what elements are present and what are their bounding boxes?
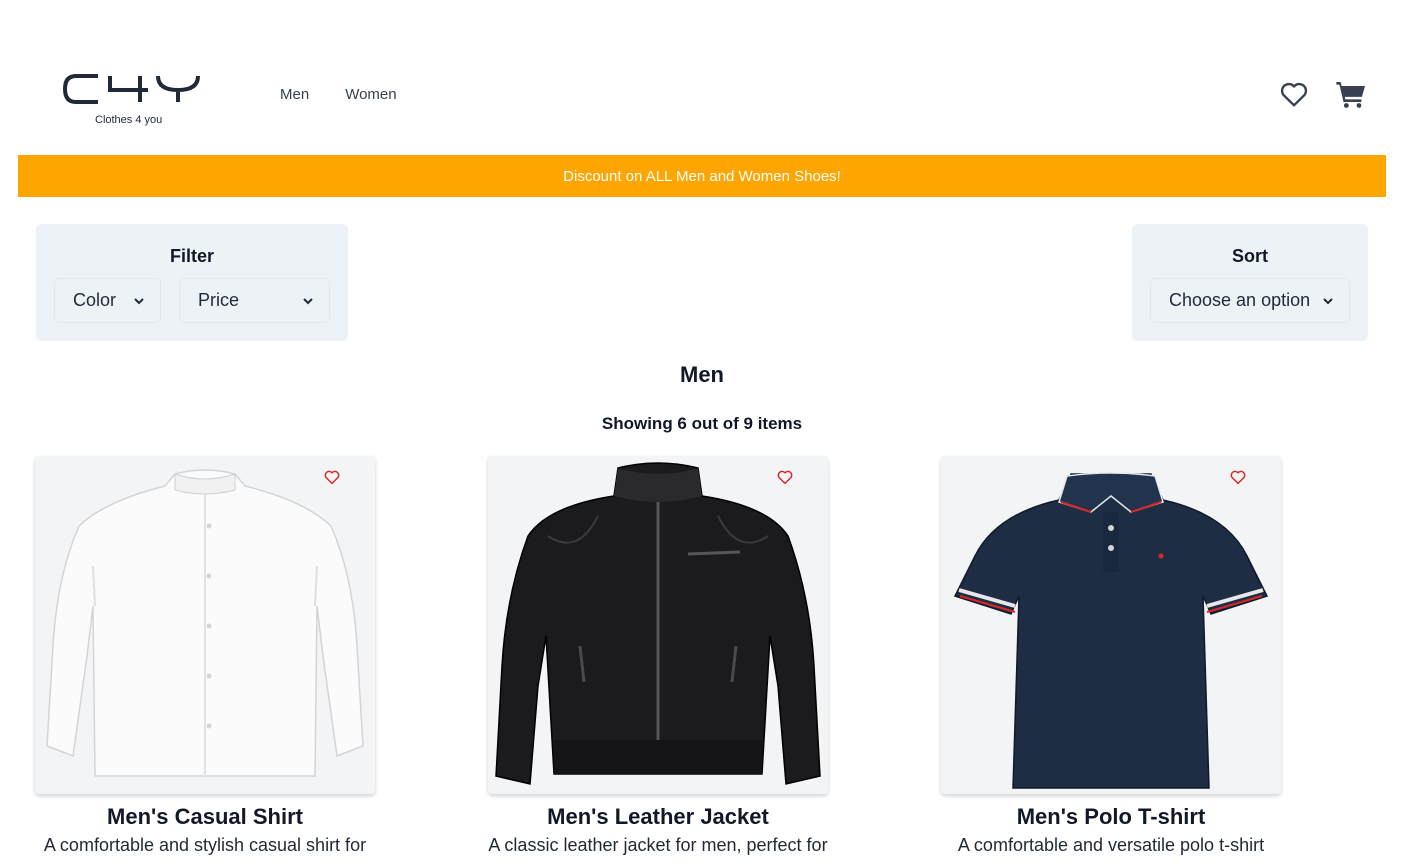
chevron-down-icon: [134, 298, 144, 305]
product-description: A comfortable and stylish casual shirt f…: [43, 835, 367, 855]
product-card[interactable]: Men's Leather Jacket A classic leather j…: [488, 456, 828, 856]
price-select[interactable]: Price: [179, 278, 330, 323]
sort-select[interactable]: Choose an option: [1150, 278, 1350, 323]
color-select-label: Color: [73, 290, 117, 310]
sort-title: Sort: [1232, 246, 1268, 266]
site-header: Clothes 4 you Men Women: [0, 0, 1404, 150]
chevron-down-icon: [303, 298, 313, 305]
heart-icon[interactable]: [1278, 78, 1310, 110]
product-name[interactable]: Men's Casual Shirt: [35, 804, 375, 830]
logo-mark: [62, 74, 200, 104]
black-leather-jacket-image: [495, 462, 821, 785]
cart-icon[interactable]: [1335, 78, 1367, 110]
white-shirt-image: [46, 469, 364, 777]
favorite-heart-icon[interactable]: [323, 468, 341, 486]
nav-item-men[interactable]: Men: [280, 86, 309, 103]
color-select[interactable]: Color: [54, 278, 161, 323]
section-title: Men: [680, 362, 724, 387]
brand-tagline: Clothes 4 you: [95, 114, 163, 126]
favorite-heart-icon[interactable]: [776, 468, 794, 486]
product-name[interactable]: Men's Leather Jacket: [488, 804, 828, 830]
favorite-heart-icon[interactable]: [1229, 468, 1247, 486]
chevron-down-icon: [1323, 298, 1333, 305]
page: Clothes 4 you Men Women Discount on ALL …: [0, 0, 1404, 864]
product-description: A classic leather jacket for men, perfec…: [488, 835, 828, 855]
price-select-label: Price: [198, 290, 240, 310]
product-name[interactable]: Men's Polo T-shirt: [941, 804, 1281, 830]
sort-panel: Sort Choose an option: [1132, 224, 1368, 341]
product-image[interactable]: [488, 456, 828, 794]
nav-item-women[interactable]: Women: [345, 86, 396, 103]
brand-logo[interactable]: Clothes 4 you: [62, 72, 202, 128]
product-description: A comfortable and versatile polo t-shirt: [957, 835, 1265, 855]
filter-panel: Filter Color Price: [36, 224, 348, 341]
navy-polo-shirt-image: [953, 472, 1269, 789]
sort-select-label: Choose an option: [1169, 290, 1311, 310]
filter-title: Filter: [169, 246, 214, 266]
item-count: Showing 6 out of 9 items: [601, 414, 803, 433]
main-nav: Men Women: [280, 86, 397, 103]
product-card[interactable]: Men's Casual Shirt A comfortable and sty…: [35, 456, 375, 856]
product-card[interactable]: Men's Polo T-shirt A comfortable and ver…: [941, 456, 1281, 856]
product-image[interactable]: [941, 456, 1281, 794]
product-image[interactable]: [35, 456, 375, 794]
promo-banner: Discount on ALL Men and Women Shoes!: [18, 155, 1386, 197]
